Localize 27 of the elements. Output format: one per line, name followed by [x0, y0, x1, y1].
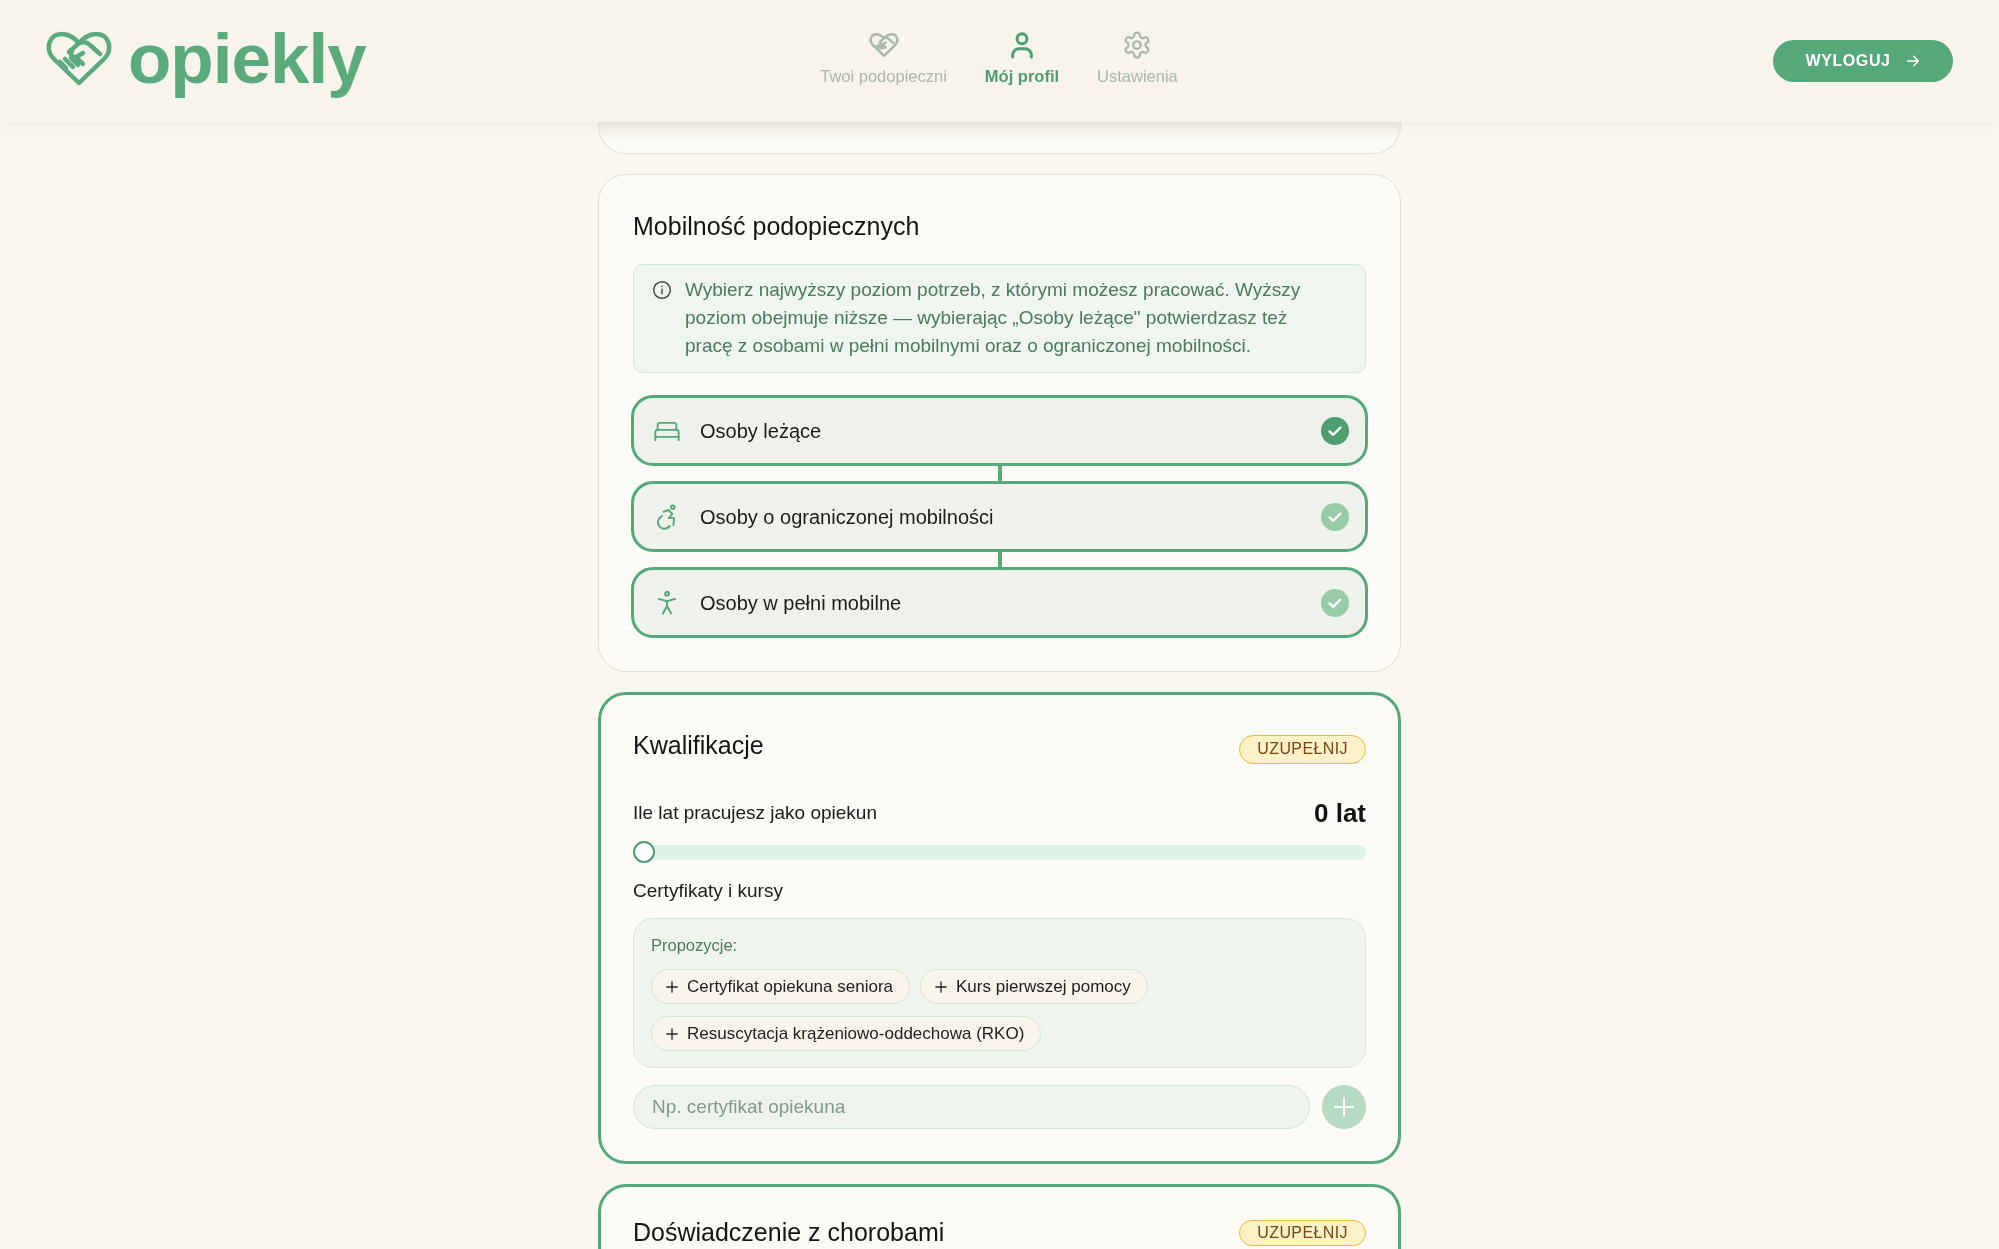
- field-label: Certyfikaty i kursy: [633, 879, 784, 903]
- info-icon: [652, 280, 672, 300]
- arrow-right-icon: [1904, 53, 1921, 69]
- section-title: Doświadczenie z chorobami: [633, 1220, 945, 1244]
- mobility-option[interactable]: Osoby leżące: [631, 395, 1368, 466]
- heart-handshake-icon: [868, 30, 899, 60]
- heart-handshake-icon: [45, 29, 113, 87]
- suggestion-chip[interactable]: Kurs pierwszej pomocy: [920, 969, 1148, 1004]
- suggestion-chip[interactable]: Resuscytacja krążeniowo-oddechowa (RKO): [651, 1016, 1042, 1051]
- section-title: Kwalifikacje: [633, 730, 764, 760]
- field-label: Ile lat pracujesz jako opiekun: [633, 801, 877, 825]
- status-badge: UZUPEŁNIJ: [1239, 1220, 1366, 1246]
- status-badge: UZUPEŁNIJ: [1239, 735, 1366, 764]
- certificate-input[interactable]: Np. certyfikat opiekuna: [633, 1085, 1310, 1129]
- mobility-option[interactable]: Osoby w pełni mobilne: [631, 567, 1368, 638]
- slider-track[interactable]: [633, 841, 1366, 863]
- slider-thumb[interactable]: [633, 841, 655, 863]
- info-text: Wybierz najwyższy poziom potrzeb, z którymi możesz pracować. Wyższy poziom obejmuje niższe — wybierając „Osoby leżące" potwierdzasz też pracę z osobami w pełni mobilnymi oraz o ograniczonej mobilności.: [685, 278, 1302, 358]
- plus-icon: [666, 980, 678, 993]
- plus-icon: [935, 980, 947, 993]
- plus-icon: [666, 1027, 678, 1040]
- mobility-option[interactable]: Osoby o ograniczonej mobilności: [631, 481, 1368, 552]
- section-title: Mobilność podopiecznych: [633, 211, 920, 241]
- plus-icon: [1334, 1097, 1354, 1117]
- suggestions-label: Propozycje:: [651, 935, 739, 955]
- slider-value: 0 lat: [1313, 797, 1366, 829]
- suggestion-chip[interactable]: Certyfikat opiekuna seniora: [651, 969, 910, 1004]
